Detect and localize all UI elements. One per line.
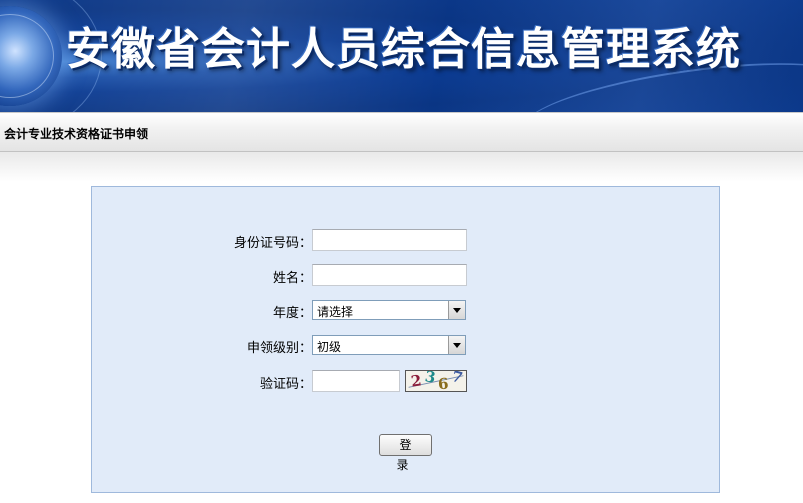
captcha-char: 6 — [437, 374, 450, 392]
name-input[interactable] — [312, 264, 467, 286]
id-number-input[interactable] — [312, 229, 467, 251]
captcha-row: 验证码： 2 3 6 7 — [92, 370, 721, 392]
level-select[interactable]: 初级 — [312, 335, 466, 355]
year-row: 年度： 请选择 — [92, 299, 721, 321]
captcha-char: 2 — [409, 371, 423, 391]
breadcrumb-bar: 会计专业技术资格证书申领 — [0, 112, 803, 152]
breadcrumb: 会计专业技术资格证书申领 — [4, 127, 149, 141]
captcha-label: 验证码： — [259, 377, 312, 392]
level-selected-value: 初级 — [317, 340, 342, 354]
id-number-row: 身份证号码： — [92, 229, 721, 251]
system-title: 安徽省会计人员综合信息管理系统 — [66, 24, 741, 75]
level-row: 申领级别： 初级 — [92, 334, 721, 356]
captcha-input[interactable] — [312, 370, 400, 392]
chevron-down-icon[interactable] — [448, 336, 465, 354]
captcha-char: 7 — [449, 370, 465, 388]
name-label: 姓名： — [272, 271, 312, 286]
id-number-label: 身份证号码： — [233, 236, 312, 251]
divider-fade — [0, 152, 803, 182]
captcha-image[interactable]: 2 3 6 7 — [405, 370, 467, 392]
year-select[interactable]: 请选择 — [312, 300, 466, 320]
year-label: 年度： — [272, 306, 312, 321]
login-form-panel: 身份证号码： 姓名： 年度： 请选择 申领级别： 初级 验证码： 2 3 6 7… — [91, 186, 720, 493]
name-row: 姓名： — [92, 264, 721, 286]
chevron-down-icon[interactable] — [448, 301, 465, 319]
level-label: 申领级别： — [246, 341, 312, 356]
header-banner: 安徽省会计人员综合信息管理系统 — [0, 0, 803, 112]
year-selected-value: 请选择 — [317, 305, 354, 319]
captcha-char: 3 — [423, 370, 437, 387]
login-button[interactable]: 登 录 — [379, 434, 432, 472]
